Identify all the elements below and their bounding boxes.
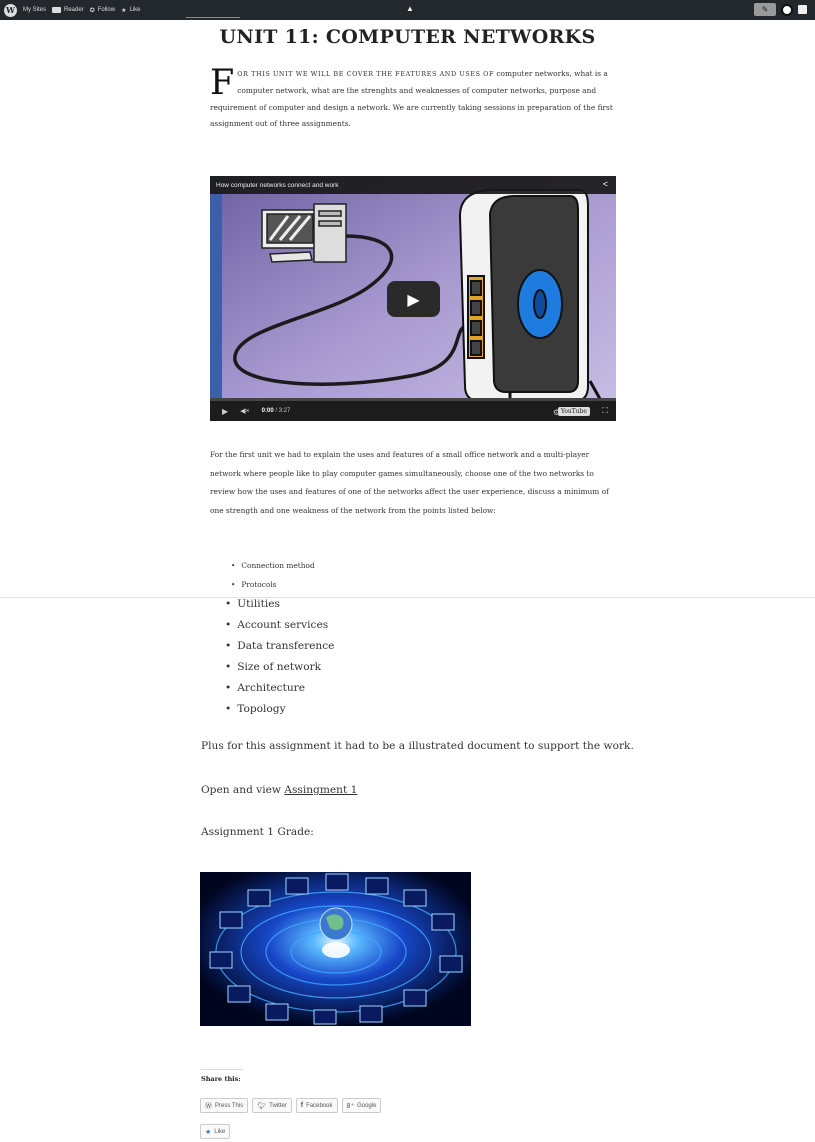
open-prefix: Open and view: [201, 784, 285, 796]
list-item: Architecture: [225, 678, 334, 699]
mute-icon[interactable]: ◀×: [240, 407, 249, 415]
share-buttons: Ⓦ Press This 🐦︎ Twitter f Facebook 8⁺ Google: [200, 1098, 382, 1113]
star-icon: ★: [205, 1128, 212, 1136]
unit-description-paragraph: For the first unit we had to explain the…: [210, 450, 609, 516]
video-time-current: 0:00: [261, 408, 274, 414]
share-heading: Share this:: [201, 1069, 243, 1083]
video-share-icon[interactable]: <: [603, 179, 608, 189]
video-embed[interactable]: How computer networks connect and work <…: [210, 176, 616, 421]
intro-caps: or this unit we will be cover the featur…: [237, 70, 495, 78]
fullscreen-icon[interactable]: ⛶: [602, 406, 608, 416]
list-item: Utilities: [225, 594, 334, 615]
facebook-icon: f: [300, 1102, 304, 1109]
list-item: Data transference: [225, 636, 334, 657]
list-item: Topology: [225, 699, 334, 720]
page-title: UNIT 11: COMPUTER NETWORKS: [219, 26, 596, 48]
like-post-button[interactable]: ★ Like: [200, 1124, 231, 1139]
grade-line: Assignment 1 Grade:: [201, 826, 314, 838]
screenshot-seam: [0, 597, 815, 598]
google-plus-button[interactable]: 8⁺ Google: [341, 1098, 382, 1113]
admin-search-field[interactable]: [186, 17, 240, 18]
reader-link[interactable]: Reader: [52, 7, 84, 13]
list-item: Connection method: [231, 557, 314, 576]
notifications-icon[interactable]: [798, 5, 807, 14]
play-icon[interactable]: ▶: [222, 407, 228, 416]
wordpress-icon: Ⓦ: [205, 1102, 212, 1110]
assignment-1-link[interactable]: Assingment 1: [284, 784, 357, 796]
video-title-bar: How computer networks connect and work <: [210, 176, 616, 194]
list-item: Size of network: [225, 657, 334, 678]
follow-label: Follow: [97, 7, 116, 13]
video-play-button[interactable]: ▶: [387, 281, 440, 317]
twitter-button[interactable]: 🐦︎ Twitter: [252, 1098, 292, 1113]
video-time: 0:00 / 3:27: [262, 408, 291, 414]
admin-bar-right: ✎: [754, 3, 807, 16]
list-item: Protocols: [231, 576, 315, 595]
dropcap: F: [210, 63, 235, 103]
facebook-button[interactable]: f Facebook: [295, 1098, 338, 1113]
press-this-label: Press This: [215, 1102, 244, 1109]
youtube-logo[interactable]: YouTube: [557, 407, 590, 416]
avatar-icon[interactable]: [781, 3, 793, 16]
press-this-button[interactable]: Ⓦ Press This: [200, 1098, 249, 1113]
admin-bar: W My Sites Reader ✪ Follow ★ Like ▲ ✎: [0, 0, 815, 20]
follow-button[interactable]: ✪ Follow: [90, 7, 115, 14]
intro-paragraph: For this unit we will be cover the featu…: [210, 66, 615, 133]
wordpress-logo-icon[interactable]: W: [4, 3, 17, 17]
reader-icon: [52, 7, 62, 13]
open-assignment-line: Open and view Assingment 1: [201, 784, 357, 796]
follow-icon: ✪: [89, 7, 95, 14]
collapse-toggle-icon[interactable]: ▲: [406, 4, 414, 13]
twitter-label: Twitter: [269, 1102, 287, 1109]
google-plus-icon: 8⁺: [346, 1102, 355, 1110]
network-globe-illustration: [200, 872, 471, 1026]
star-icon: ★: [121, 7, 127, 14]
list-item: Account services: [225, 615, 334, 636]
video-title[interactable]: How computer networks connect and work: [216, 182, 338, 189]
computer-illustration: [261, 203, 347, 263]
video-time-total: / 3:27: [275, 408, 291, 414]
router-illustration: [458, 188, 608, 410]
twitter-icon: 🐦︎: [257, 1102, 267, 1110]
illustrated-note: Plus for this assignment it had to be a …: [201, 740, 634, 752]
my-sites-label: My Sites: [23, 7, 47, 13]
reader-label: Reader: [64, 7, 84, 13]
like-post-label: Like: [214, 1128, 226, 1135]
like-button[interactable]: ★ Like: [121, 7, 140, 14]
points-list-small: Connection method Protocols: [231, 557, 315, 595]
google-label: Google: [357, 1102, 377, 1109]
write-icon[interactable]: ✎: [754, 3, 776, 16]
network-globe-image: [200, 872, 471, 1026]
like-label: Like: [129, 7, 141, 13]
facebook-label: Facebook: [306, 1102, 333, 1109]
my-sites-link[interactable]: My Sites: [23, 7, 46, 13]
points-list-large: Utilities Account services Data transfer…: [225, 594, 334, 720]
